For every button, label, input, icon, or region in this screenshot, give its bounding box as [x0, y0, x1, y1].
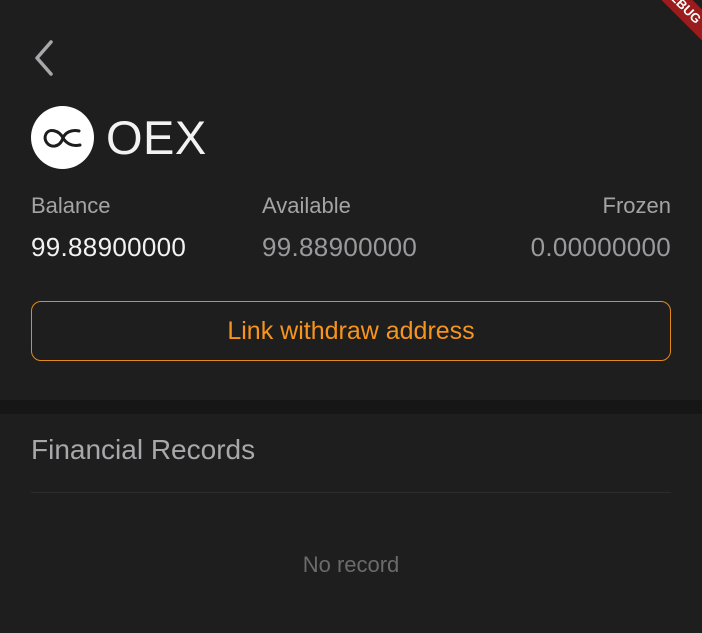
back-button[interactable]	[22, 34, 66, 82]
frozen-value: 0.00000000	[530, 232, 671, 262]
balance-label: Balance	[31, 193, 111, 218]
section-divider	[0, 400, 702, 414]
available-label: Available	[262, 193, 351, 218]
coin-header: OEX	[31, 106, 207, 169]
available-value: 99.88900000	[262, 232, 418, 262]
coin-name: OEX	[106, 111, 207, 164]
chevron-left-icon	[35, 40, 53, 76]
coin-summary-section: DEBUG OEX Balance Available Frozen 99.88…	[0, 0, 702, 400]
financial-records-title: Financial Records	[31, 434, 256, 465]
empty-records-text: No record	[302, 552, 400, 577]
debug-banner: DEBUG	[631, 0, 702, 56]
link-withdraw-address-button[interactable]: Link withdraw address	[31, 301, 671, 361]
balance-value: 99.88900000	[31, 232, 187, 262]
records-divider	[31, 492, 671, 493]
coin-detail-page: DEBUG OEX Balance Available Frozen 99.88…	[0, 0, 702, 633]
link-withdraw-address-label: Link withdraw address	[227, 316, 475, 345]
frozen-label: Frozen	[602, 193, 671, 218]
oex-logo-icon	[31, 106, 94, 169]
